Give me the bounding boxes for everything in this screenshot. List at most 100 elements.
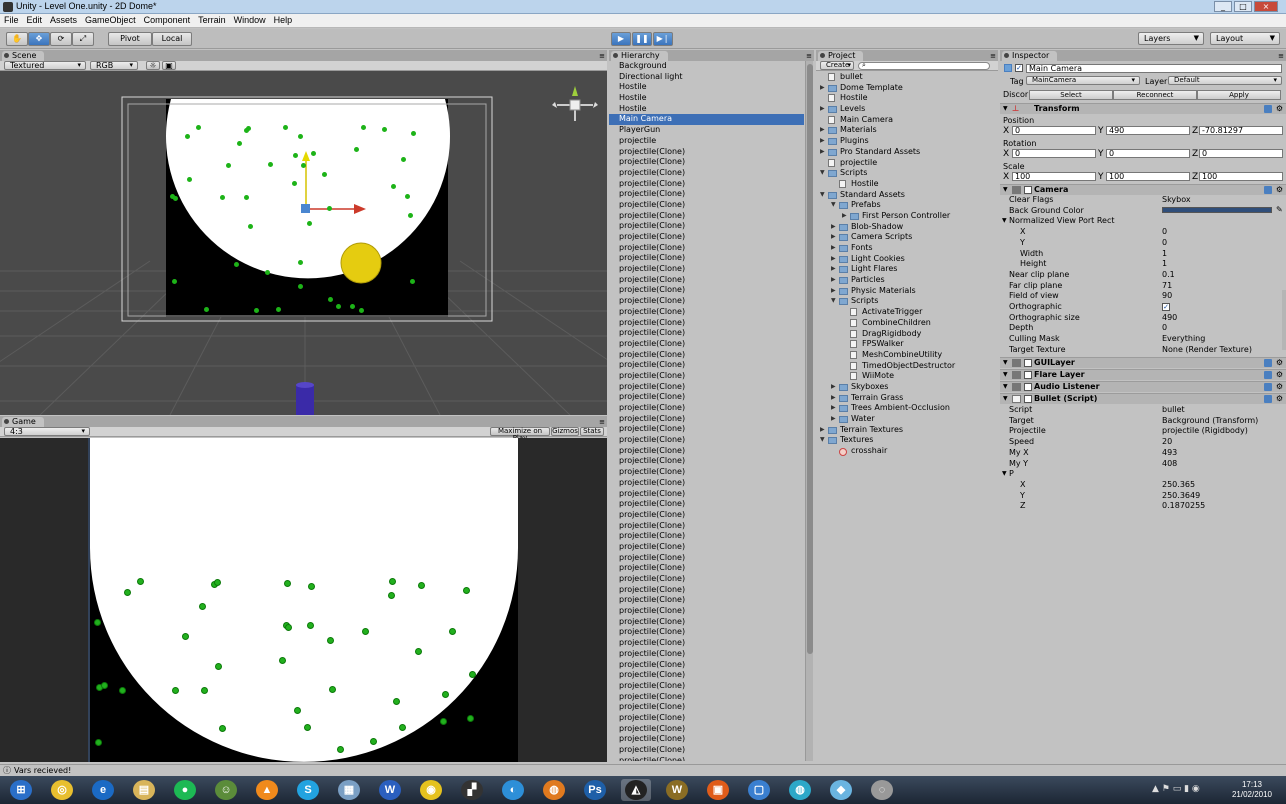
hierarchy-item[interactable]: Directional light [609, 72, 804, 83]
inspector-property-row[interactable]: Far clip plane 71 [1000, 281, 1286, 292]
inspector-property-row[interactable]: ▼ P [1000, 469, 1286, 480]
layer-dropdown[interactable]: Default ▾ [1168, 76, 1282, 85]
camera-header[interactable]: ▼ Camera ⚙ [1000, 184, 1286, 195]
inspector-property-row[interactable]: Culling Mask Everything [1000, 334, 1286, 345]
project-item[interactable]: WiiMote [816, 371, 998, 382]
taskbar-blender-button[interactable]: ◍ [539, 779, 569, 801]
project-item[interactable]: Hostile [816, 179, 998, 190]
hierarchy-item[interactable]: projectile(Clone) [609, 371, 804, 382]
project-item[interactable]: Main Camera [816, 115, 998, 126]
collapse-icon[interactable]: ▼ [831, 200, 836, 211]
menu-terrain[interactable]: Terrain [194, 14, 230, 27]
expand-icon[interactable]: ▶ [820, 125, 825, 136]
hierarchy-item[interactable]: projectile(Clone) [609, 179, 804, 190]
project-item[interactable]: ▼ Standard Assets [816, 190, 998, 201]
hierarchy-scrollbar[interactable] [805, 61, 813, 761]
position-x-field[interactable]: 0 [1012, 126, 1096, 135]
hierarchy-scroll-thumb[interactable] [807, 64, 813, 654]
position-y-field[interactable]: 490 [1106, 126, 1190, 135]
maximize-button[interactable]: □ [1234, 1, 1252, 12]
layout-dropdown[interactable]: Layout ▼ [1210, 32, 1280, 45]
project-item[interactable]: ▼ Scripts [816, 168, 998, 179]
inspector-property-row[interactable]: Height 1 [1000, 259, 1286, 270]
project-item[interactable]: ▶ Camera Scripts [816, 232, 998, 243]
project-item[interactable]: ▶ Terrain Grass [816, 393, 998, 404]
panel-menu-icon[interactable]: ≡ [599, 418, 605, 426]
help-icon[interactable] [1264, 395, 1272, 403]
hierarchy-item[interactable]: projectile(Clone) [609, 638, 804, 649]
hierarchy-item[interactable]: projectile(Clone) [609, 617, 804, 628]
tray-icons[interactable]: ▲ ⚑ ▭ ▮ ◉ [1152, 784, 1200, 794]
taskbar-app5-button[interactable]: ◌ [867, 779, 897, 801]
hierarchy-item[interactable]: projectile(Clone) [609, 734, 804, 745]
gear-icon[interactable]: ⚙ [1276, 185, 1283, 195]
transform-header[interactable]: ▼ ⊥ Transform ⚙ [1000, 103, 1286, 114]
expand-icon[interactable]: ▶ [820, 136, 825, 147]
taskbar-clock[interactable]: 17:13 21/02/2010 [1232, 780, 1272, 800]
hierarchy-item[interactable]: projectile(Clone) [609, 221, 804, 232]
hierarchy-item[interactable]: projectile(Clone) [609, 692, 804, 703]
panel-menu-icon[interactable]: ≡ [1278, 52, 1284, 60]
maximize-on-play-toggle[interactable]: Maximize on Play [490, 427, 550, 442]
expand-icon[interactable]: ▶ [820, 83, 825, 94]
render-mode-dropdown[interactable]: Textured ▾ [4, 61, 86, 70]
project-item[interactable]: ▶ Blob-Shadow [816, 222, 998, 233]
hierarchy-item[interactable]: projectile(Clone) [609, 649, 804, 660]
expand-icon[interactable]: ▶ [820, 425, 825, 436]
rotation-z-field[interactable]: 0 [1199, 149, 1283, 158]
rotate-tool-button[interactable]: ⟳ [50, 32, 72, 46]
project-item[interactable]: ▶ Fonts [816, 243, 998, 254]
hierarchy-item[interactable]: projectile(Clone) [609, 467, 804, 478]
hierarchy-item[interactable]: projectile(Clone) [609, 424, 804, 435]
expand-icon[interactable]: ▶ [831, 403, 836, 414]
hierarchy-item[interactable]: projectile(Clone) [609, 521, 804, 532]
hierarchy-item[interactable]: projectile(Clone) [609, 360, 804, 371]
expand-icon[interactable]: ▶ [831, 286, 836, 297]
help-icon[interactable] [1264, 186, 1272, 194]
close-button[interactable]: × [1254, 1, 1278, 12]
expand-icon[interactable]: ▶ [831, 414, 836, 425]
collapse-icon[interactable]: ▼ [820, 168, 825, 179]
menu-gameobject[interactable]: GameObject [81, 14, 140, 27]
taskbar-network-button[interactable]: ☺ [211, 779, 241, 801]
rotation-y-field[interactable]: 0 [1106, 149, 1190, 158]
guilayer-enabled-checkbox[interactable] [1024, 359, 1032, 367]
inspector-scrollbar[interactable] [1282, 290, 1286, 350]
hierarchy-item[interactable]: projectile(Clone) [609, 489, 804, 500]
camera-enabled-checkbox[interactable] [1024, 186, 1032, 194]
hierarchy-item[interactable]: projectile(Clone) [609, 446, 804, 457]
tab-project[interactable]: Project [818, 51, 864, 61]
expand-icon[interactable]: ▶ [842, 211, 847, 222]
hierarchy-item[interactable]: projectile(Clone) [609, 318, 804, 329]
audiolistener-header[interactable]: ▼ Audio Listener ⚙ [1000, 381, 1286, 392]
project-item[interactable]: ▶ Levels [816, 104, 998, 115]
scene-overlay-toggle[interactable]: ▣ [162, 61, 176, 70]
inspector-property-row[interactable]: Y 250.3649 [1000, 491, 1286, 502]
hierarchy-item[interactable]: projectile(Clone) [609, 681, 804, 692]
expand-icon[interactable]: ▶ [831, 393, 836, 404]
taskbar-dvd-button[interactable]: ◉ [416, 779, 446, 801]
taskbar-word-button[interactable]: W [375, 779, 405, 801]
hierarchy-item[interactable]: projectile(Clone) [609, 553, 804, 564]
hierarchy-item[interactable]: projectile(Clone) [609, 392, 804, 403]
hierarchy-item[interactable]: projectile(Clone) [609, 660, 804, 671]
hierarchy-item[interactable]: projectile(Clone) [609, 382, 804, 393]
project-item[interactable]: MeshCombineUtility [816, 350, 998, 361]
aspect-dropdown[interactable]: 4:3 ▾ [4, 427, 90, 436]
tab-inspector[interactable]: Inspector [1002, 51, 1058, 61]
project-item[interactable]: ▼ Prefabs [816, 200, 998, 211]
inspector-property-row[interactable]: Field of view 90 [1000, 291, 1286, 302]
scene-viewport[interactable] [0, 71, 607, 415]
hierarchy-item[interactable]: projectile(Clone) [609, 595, 804, 606]
taskbar-explorer-button[interactable]: ▤ [129, 779, 159, 801]
hierarchy-item[interactable]: projectile(Clone) [609, 713, 804, 724]
project-item[interactable]: ▶ Plugins [816, 136, 998, 147]
project-item[interactable]: ▶ Physic Materials [816, 286, 998, 297]
tag-dropdown[interactable]: MainCamera ▾ [1026, 76, 1140, 85]
gear-icon[interactable]: ⚙ [1276, 370, 1283, 380]
inspector-property-row[interactable]: Orthographic ✓ [1000, 302, 1286, 313]
project-item[interactable]: ▼ Textures [816, 435, 998, 446]
hierarchy-item[interactable]: projectile(Clone) [609, 670, 804, 681]
hierarchy-item[interactable]: projectile(Clone) [609, 499, 804, 510]
taskbar-ie-button[interactable]: e [88, 779, 118, 801]
